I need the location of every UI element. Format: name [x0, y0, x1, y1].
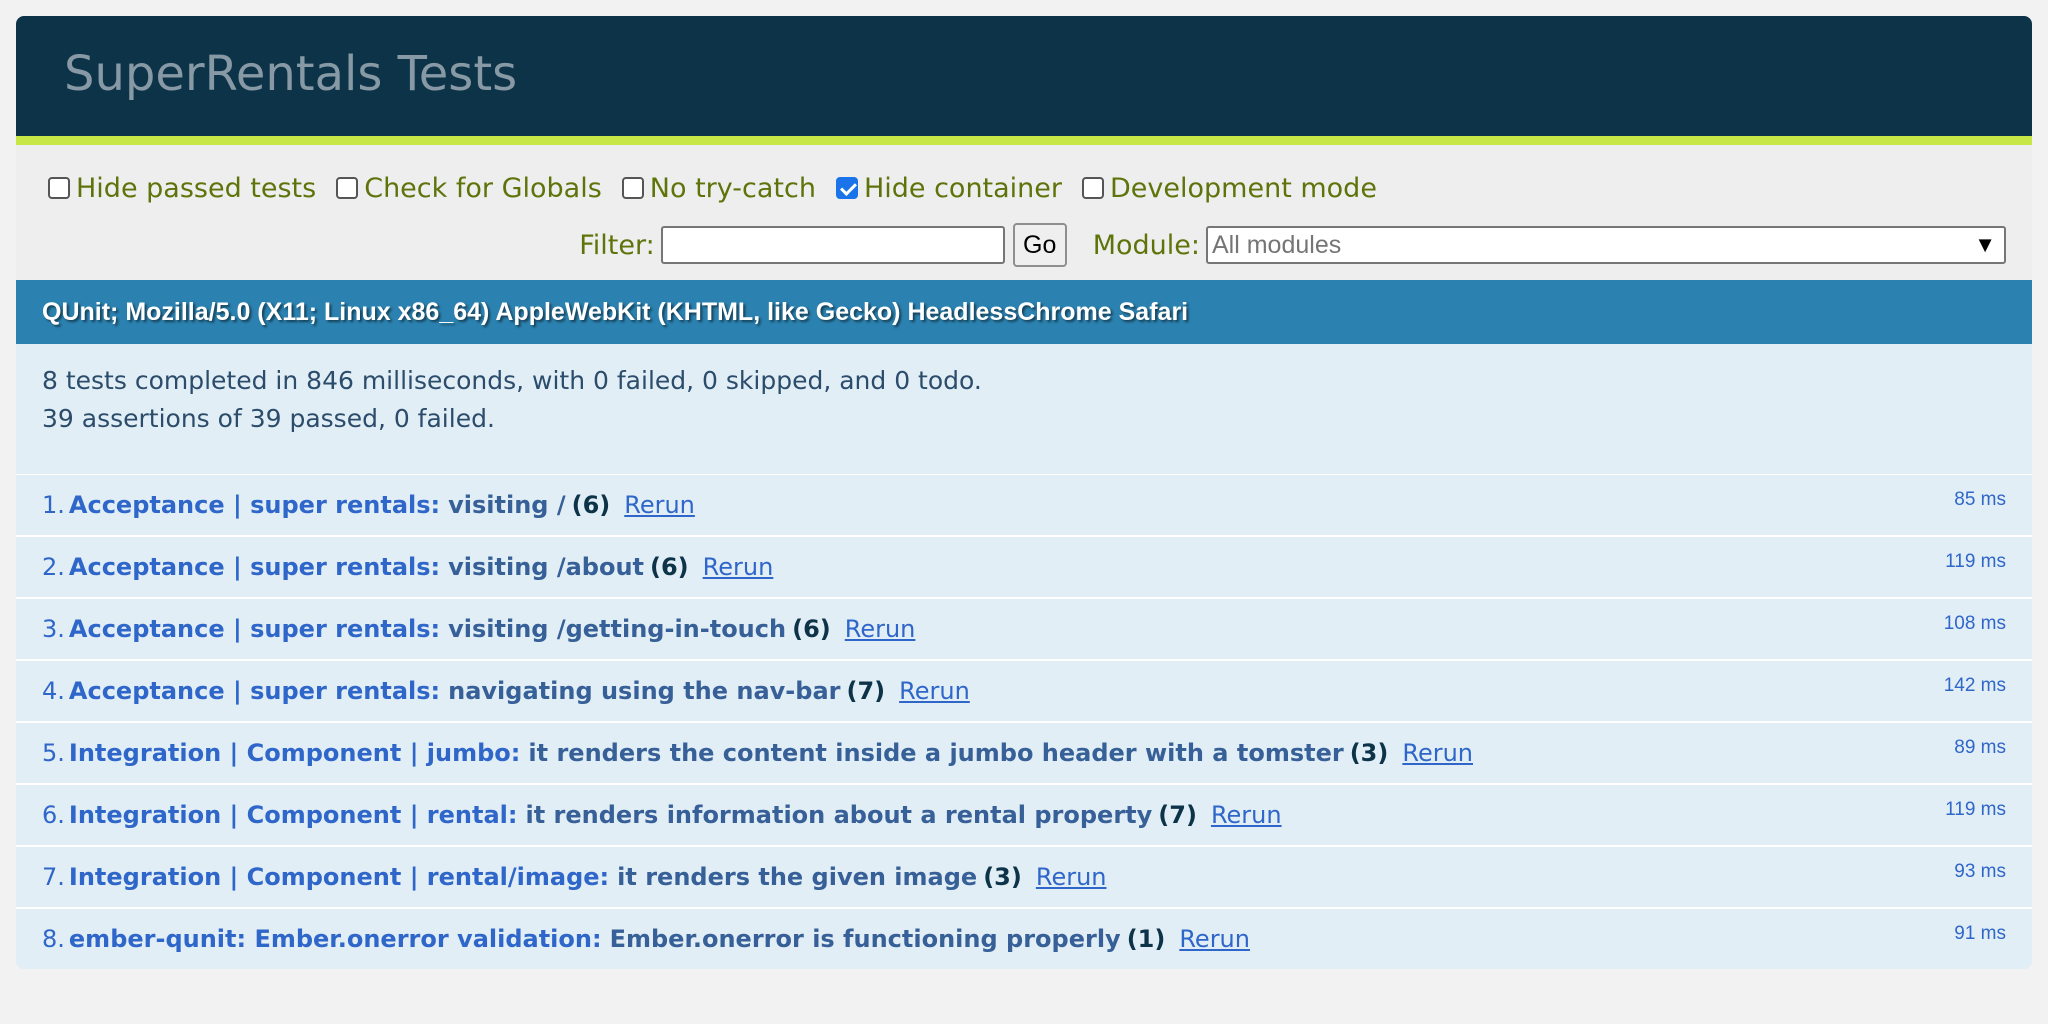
test-module-name[interactable]: Acceptance | super rentals:	[69, 553, 440, 581]
rerun-link[interactable]: Rerun	[703, 553, 774, 581]
test-runtime: 89 ms	[1954, 737, 2006, 758]
go-button[interactable]: Go	[1012, 223, 1067, 267]
option-development-mode[interactable]: Development mode	[1082, 173, 1377, 204]
qunit-container: SuperRentals Tests Hide passed tests Che…	[16, 16, 2032, 969]
test-name[interactable]: visiting /	[448, 491, 565, 519]
option-no-try-catch[interactable]: No try-catch	[621, 172, 816, 204]
test-row[interactable]: 8. ember-qunit: Ember.onerror validation…	[16, 909, 2032, 969]
test-module-name[interactable]: Integration | Component | jumbo:	[69, 739, 521, 767]
qunit-toolbar: Hide passed tests Check for Globals No t…	[16, 145, 2032, 280]
test-module-name[interactable]: ember-qunit: Ember.onerror validation:	[69, 925, 602, 953]
test-runtime: 108 ms	[1943, 613, 2006, 634]
test-number: 1.	[42, 491, 65, 519]
test-name[interactable]: it renders information about a rental pr…	[526, 801, 1153, 829]
module-select-value: All modules	[1212, 230, 1342, 259]
test-counts: (6)	[571, 491, 611, 519]
hide-container-checkbox[interactable]	[835, 177, 858, 199]
dropdown-arrow-icon: ▼	[1974, 232, 1996, 257]
filter-input[interactable]	[660, 226, 1005, 264]
test-module-name[interactable]: Acceptance | super rentals:	[69, 491, 440, 519]
user-agent-bar: QUnit; Mozilla/5.0 (X11; Linux x86_64) A…	[16, 280, 2032, 344]
rerun-link[interactable]: Rerun	[845, 615, 916, 643]
test-counts: (3)	[1349, 739, 1389, 767]
test-number: 4.	[42, 677, 65, 705]
no-try-catch-checkbox[interactable]	[621, 177, 644, 199]
option-label: No try-catch	[649, 172, 816, 204]
test-counts: (7)	[1158, 801, 1197, 829]
option-label: Development mode	[1110, 172, 1377, 204]
rerun-link[interactable]: Rerun	[1179, 925, 1250, 953]
module-label: Module:	[1092, 229, 1200, 261]
test-name[interactable]: visiting /getting-in-touch	[448, 615, 786, 643]
test-result-summary: 8 tests completed in 846 milliseconds, w…	[16, 344, 2032, 475]
test-name[interactable]: visiting /about	[448, 553, 644, 581]
test-counts: (1)	[1126, 925, 1166, 953]
options-row: Hide passed tests Check for Globals No t…	[48, 167, 1397, 209]
test-module-name[interactable]: Acceptance | super rentals:	[69, 615, 440, 643]
option-hide-container[interactable]: Hide container	[835, 172, 1063, 204]
test-name[interactable]: Ember.onerror is functioning properly	[610, 925, 1121, 953]
test-name[interactable]: it renders the content inside a jumbo he…	[528, 739, 1343, 767]
test-module-name[interactable]: Integration | Component | rental:	[69, 801, 518, 829]
page-title[interactable]: SuperRentals Tests	[64, 46, 517, 102]
option-hide-passed[interactable]: Hide passed tests	[48, 173, 316, 204]
test-counts: (3)	[983, 863, 1022, 891]
result-summary-line: 8 tests completed in 846 milliseconds, w…	[42, 366, 982, 395]
module-select[interactable]: All modules ▼	[1206, 226, 2006, 264]
filter-label: Filter:	[579, 229, 655, 261]
test-row[interactable]: 5. Integration | Component | jumbo: it r…	[16, 723, 2032, 785]
test-runtime: 119 ms	[1945, 799, 2006, 820]
test-row[interactable]: 2. Acceptance | super rentals: visiting …	[16, 537, 2032, 599]
rerun-link[interactable]: Rerun	[1211, 801, 1282, 829]
test-row[interactable]: 7. Integration | Component | rental/imag…	[16, 847, 2032, 909]
test-row[interactable]: 1. Acceptance | super rentals: visiting …	[16, 475, 2032, 537]
rerun-link[interactable]: Rerun	[899, 677, 970, 705]
test-number: 5.	[42, 739, 65, 767]
test-module-name[interactable]: Integration | Component | rental/image:	[69, 863, 609, 891]
test-name[interactable]: navigating using the nav-bar	[448, 677, 840, 705]
filter-row: Filter: Go Module: All modules ▼	[579, 222, 2006, 268]
option-label: Hide container	[863, 172, 1063, 204]
test-runtime: 142 ms	[1943, 675, 2006, 696]
hide-passed-checkbox[interactable]	[48, 177, 70, 199]
test-name[interactable]: it renders the given image	[617, 863, 977, 891]
check-globals-checkbox[interactable]	[336, 177, 359, 199]
test-number: 6.	[42, 801, 65, 829]
test-counts: (6)	[792, 615, 831, 643]
test-runtime: 91 ms	[1954, 923, 2006, 944]
test-counts: (7)	[846, 677, 886, 705]
test-counts: (6)	[650, 553, 689, 581]
test-row[interactable]: 6. Integration | Component | rental: it …	[16, 785, 2032, 847]
rerun-link[interactable]: Rerun	[1036, 863, 1107, 891]
test-number: 2.	[42, 553, 65, 581]
test-runtime: 85 ms	[1954, 489, 2006, 510]
rerun-link[interactable]: Rerun	[1402, 739, 1473, 767]
test-row[interactable]: 3. Acceptance | super rentals: visiting …	[16, 599, 2032, 661]
result-assertions-line: 39 assertions of 39 passed, 0 failed.	[42, 404, 495, 433]
option-label: Hide passed tests	[76, 172, 317, 204]
option-check-globals[interactable]: Check for Globals	[336, 173, 602, 204]
development-mode-checkbox[interactable]	[1082, 177, 1105, 199]
test-row[interactable]: 4. Acceptance | super rentals: navigatin…	[16, 661, 2032, 723]
test-number: 8.	[42, 925, 65, 953]
test-module-name[interactable]: Acceptance | super rentals:	[69, 677, 440, 705]
test-list: 1. Acceptance | super rentals: visiting …	[16, 475, 2032, 969]
test-runtime: 93 ms	[1954, 861, 2006, 882]
option-label: Check for Globals	[364, 172, 602, 204]
qunit-header: SuperRentals Tests	[16, 16, 2032, 145]
test-number: 3.	[42, 615, 65, 643]
test-runtime: 119 ms	[1945, 551, 2006, 572]
rerun-link[interactable]: Rerun	[624, 491, 695, 519]
test-number: 7.	[42, 863, 65, 891]
